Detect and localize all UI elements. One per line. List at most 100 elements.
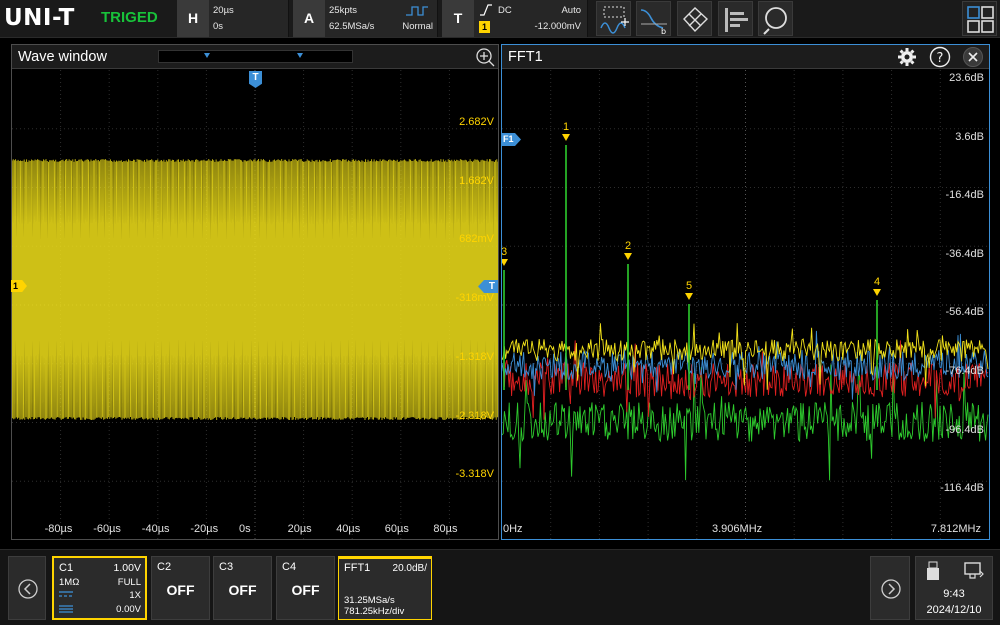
fft-x-label: 3.906MHz <box>712 523 763 535</box>
wave-y-label: -3.318V <box>455 468 494 481</box>
peak-marker-label: 4 <box>874 276 880 288</box>
memory-depth: 25kpts <box>329 5 357 16</box>
wave-y-label: -2.318V <box>455 409 494 422</box>
scroll-right-button[interactable] <box>870 556 910 620</box>
fft-y-label: -36.4dB <box>945 247 984 260</box>
wave-window-titlebar: Wave window <box>12 45 498 69</box>
close-icon[interactable] <box>962 46 984 68</box>
fft-window-titlebar: FFT1 ? <box>502 45 989 69</box>
gear-icon[interactable] <box>897 47 917 67</box>
channel1-name: C1 <box>59 562 74 574</box>
fft-window[interactable]: FFT1 ? 12543 F1 23.6dB 3.6dB -16.4dB -36.4d… <box>501 44 990 540</box>
scroll-left-button[interactable] <box>8 556 46 620</box>
layout-grid-icon <box>967 6 994 33</box>
svg-text:?: ? <box>937 51 944 66</box>
channel3-name: C3 <box>219 561 234 573</box>
fft-y-label: -96.4dB <box>945 423 984 436</box>
fft-y-label: -116.4dB <box>940 482 984 495</box>
wave-y-label: 682mV <box>459 233 494 246</box>
peak-marker-label: 3 <box>502 246 507 258</box>
channel1-impedance: 1MΩ <box>59 577 80 588</box>
zoom-in-icon[interactable] <box>475 47 495 67</box>
histogram-button[interactable] <box>718 1 753 36</box>
time-base-value: 20µs <box>213 5 234 16</box>
channel1-bandwidth: FULL <box>117 577 141 588</box>
wave-x-label: -20µs <box>190 523 219 535</box>
memory-bar[interactable] <box>158 50 353 63</box>
peak-marker-label: 1 <box>563 121 569 133</box>
fft1-box[interactable]: FFT1 20.0dB/ 31.25MSa/s 781.25kHz/div <box>338 556 432 620</box>
horizontal-button[interactable]: H 20µs 0s <box>177 0 289 37</box>
channel1-box[interactable]: C1 1.00V 1MΩ FULL 1X 0.00V <box>52 556 147 620</box>
fft-window-title: FFT1 <box>508 49 543 65</box>
peak-marker-triangle[interactable] <box>873 289 881 296</box>
wave-y-label: 2.682V <box>459 116 494 128</box>
chevron-right-icon <box>881 579 901 599</box>
fft1-sample-rate: 31.25MSa/s <box>344 595 395 606</box>
channel3-box[interactable]: C3 OFF <box>213 556 272 620</box>
wave-x-label: 20µs <box>287 523 312 535</box>
trigger-level: -12.000mV <box>534 21 581 32</box>
peak-marker-label: 2 <box>625 240 631 252</box>
wave-x-label: -80µs <box>44 523 73 535</box>
channel3-state: OFF <box>228 582 257 598</box>
acquire-mode-icon <box>406 6 428 16</box>
status-box[interactable]: 9:43 2024/12/10 <box>915 556 993 620</box>
peak-marker-triangle[interactable] <box>624 253 632 260</box>
trigger-letter: T <box>442 0 474 37</box>
wave-window[interactable]: Wave window T 1 T 2.682V 1.682V 682mV -318m… <box>11 44 499 540</box>
measure-grid-button[interactable] <box>677 1 712 36</box>
top-bar: UNI-T TRIGED H 20µs 0s A 25kpts 62.5MSa/… <box>0 0 1000 38</box>
channel2-state: OFF <box>166 582 195 598</box>
wave-x-label: 40µs <box>336 523 361 535</box>
search-icon <box>763 7 787 35</box>
peak-marker-triangle[interactable] <box>502 259 508 266</box>
sample-rate: 62.5MSa/s <box>329 21 375 32</box>
acquire-button[interactable]: A 25kpts 62.5MSa/s Normal <box>293 0 438 37</box>
fft1-name: FFT1 <box>344 562 371 574</box>
network-icon <box>964 562 984 579</box>
channel4-box[interactable]: C4 OFF <box>276 556 335 620</box>
channel2-box[interactable]: C2 OFF <box>151 556 210 620</box>
fft-y-label: -56.4dB <box>945 306 984 319</box>
help-icon[interactable]: ? <box>929 46 951 68</box>
fft-x-label: 0Hz <box>503 523 523 535</box>
wave-y-label: -1.318V <box>455 350 494 363</box>
usb-drive-icon <box>927 561 939 580</box>
time-offset-value: 0s <box>213 21 224 32</box>
clock-date: 2024/12/10 <box>926 604 982 616</box>
peak-marker-triangle[interactable] <box>685 293 693 300</box>
fft-y-label: 23.6dB <box>949 72 984 84</box>
peak-marker-triangle[interactable] <box>562 134 570 141</box>
peak-marker-label: 5 <box>686 280 692 292</box>
oscilloscope-screen: UNI-T TRIGED H 20µs 0s A 25kpts 62.5MSa/… <box>0 0 1000 625</box>
zoom-search-button[interactable] <box>758 1 793 36</box>
fft-grid <box>502 70 989 540</box>
channel1-waveform <box>12 158 498 421</box>
wave-x-label: 0s <box>239 523 251 535</box>
brand-logo: UNI-T <box>4 5 75 31</box>
wave-window-title: Wave window <box>18 49 107 65</box>
chevron-left-icon <box>18 579 38 599</box>
fft-x-label: 7.812MHz <box>930 523 981 535</box>
layout-button[interactable] <box>962 1 997 36</box>
horizontal-letter: H <box>177 0 209 37</box>
histogram-icon <box>725 8 748 32</box>
auto-measure-button[interactable] <box>596 1 631 36</box>
wave-x-label: 60µs <box>384 523 409 535</box>
fft1-resolution: 781.25kHz/div <box>344 606 405 617</box>
cursor-button[interactable]: b <box>636 1 671 36</box>
clock-time: 9:43 <box>943 588 965 600</box>
wave-plot[interactable] <box>12 70 498 540</box>
fft-plot[interactable]: 1 2 5 4 3 <box>502 70 989 540</box>
fft-y-label: -76.4dB <box>945 365 984 377</box>
fft-y-label: -16.4dB <box>945 189 984 202</box>
channel1-scale: 1.00V <box>113 562 141 574</box>
trigger-button[interactable]: T 1 DC Auto -12.000mV <box>442 0 588 37</box>
trigger-coupling: DC <box>498 5 512 16</box>
auto-measure-icon <box>600 6 629 34</box>
trigger-sweep: Auto <box>561 5 581 16</box>
channel1-probe: 1X <box>129 590 141 601</box>
acquire-mode: Normal <box>402 21 433 32</box>
wave-y-label: -318mV <box>455 292 494 305</box>
